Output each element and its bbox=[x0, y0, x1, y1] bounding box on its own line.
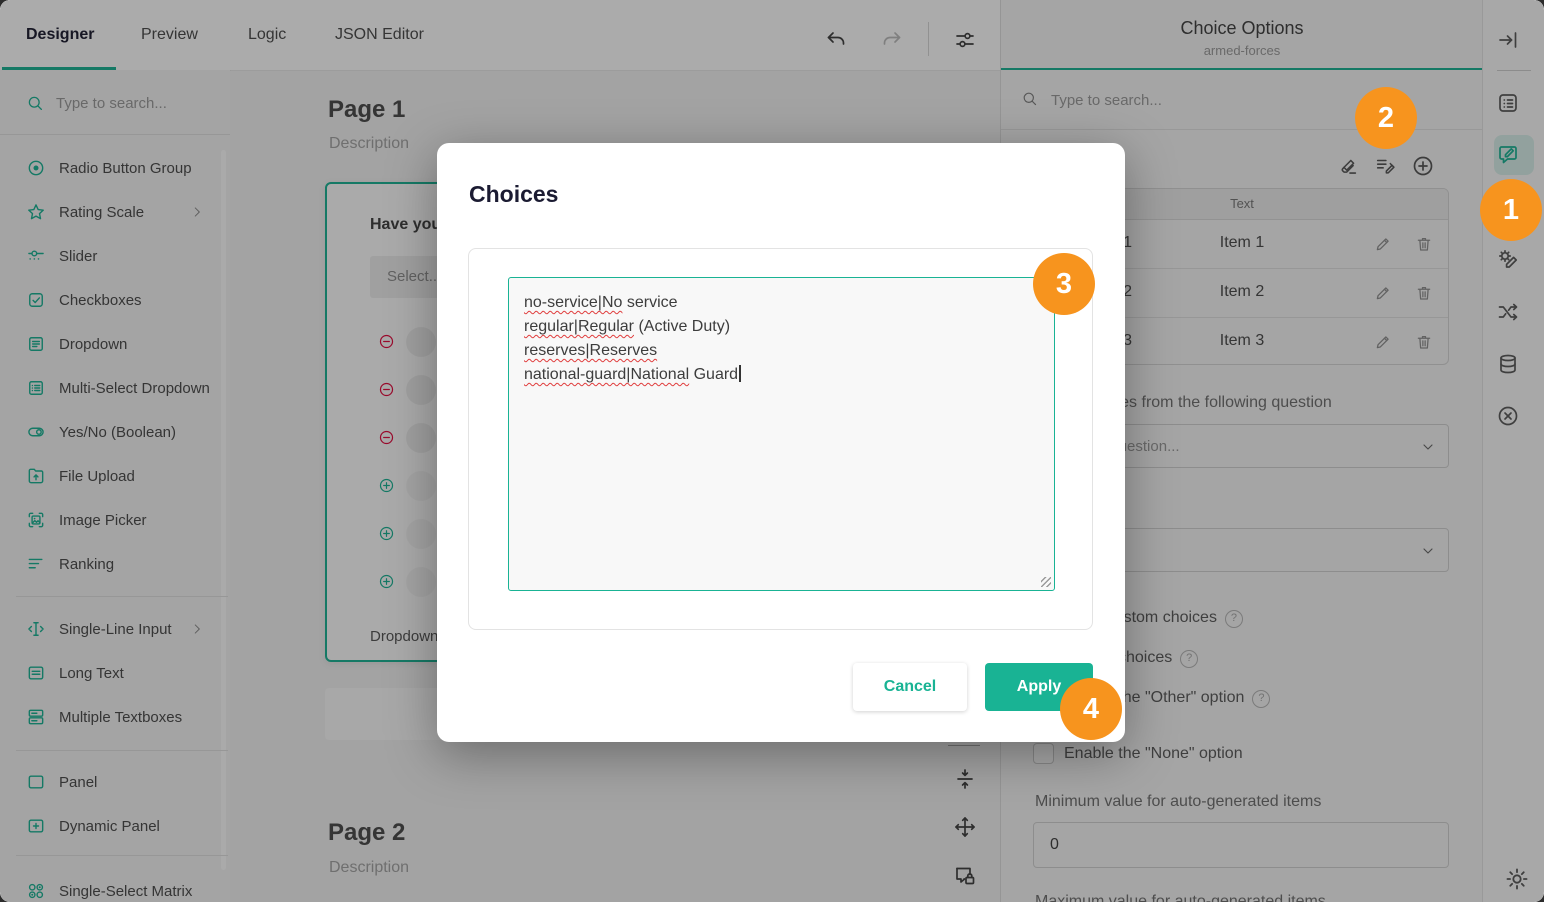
modal-title: Choices bbox=[469, 181, 558, 208]
choice-line: national-guard|National Guard bbox=[524, 363, 1039, 387]
choice-line: regular|Regular (Active Duty) bbox=[524, 315, 1039, 339]
choice-line: no-service|No service bbox=[524, 291, 1039, 315]
choices-modal: Choices no-service|No service regular|Re… bbox=[437, 143, 1125, 742]
choices-textarea[interactable]: no-service|No service regular|Regular (A… bbox=[508, 277, 1055, 591]
callout-badge-3: 3 bbox=[1033, 253, 1095, 315]
text-caret bbox=[739, 365, 741, 382]
callout-badge-4: 4 bbox=[1060, 678, 1122, 740]
choice-line: reserves|Reserves bbox=[524, 339, 1039, 363]
cancel-button[interactable]: Cancel bbox=[853, 663, 967, 711]
callout-badge-1: 1 bbox=[1480, 179, 1542, 241]
callout-badge-2: 2 bbox=[1355, 87, 1417, 149]
survey-creator-app: Designer Preview Logic JSON Editor Radio… bbox=[0, 0, 1544, 902]
textarea-resize-handle[interactable] bbox=[1041, 577, 1051, 587]
